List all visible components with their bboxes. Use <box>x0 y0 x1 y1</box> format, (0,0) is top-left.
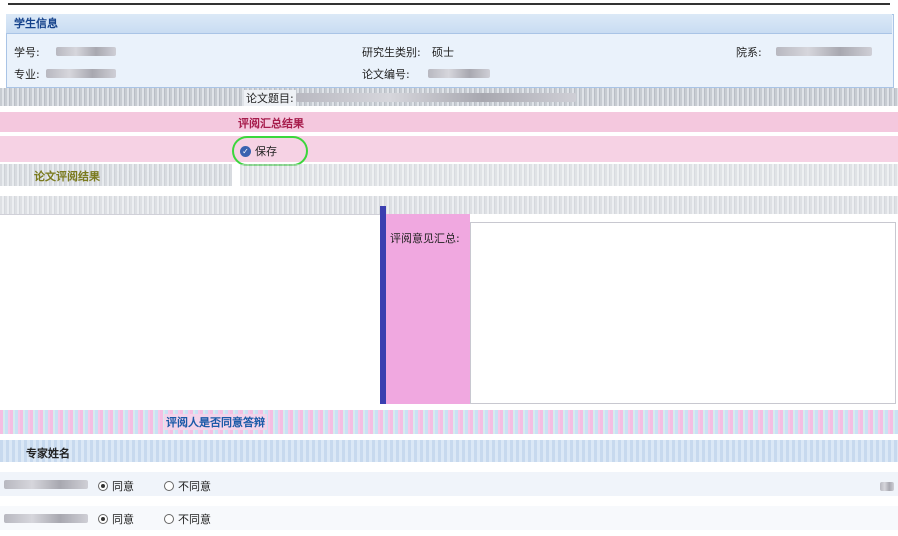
check-icon: ✓ <box>240 145 251 157</box>
student-id-value <box>56 47 116 56</box>
thesis-title-value <box>296 93 576 102</box>
save-button-label: 保存 <box>255 145 277 158</box>
disagree-label-2: 不同意 <box>178 513 211 526</box>
radio-agree-2[interactable] <box>98 514 108 524</box>
reviewer-header: 评阅人是否同意答辩 <box>164 414 267 430</box>
right-section-band <box>240 164 898 186</box>
disagree-option-2[interactable]: 不同意 <box>164 511 211 527</box>
top-border <box>0 0 898 6</box>
thesis-title-label: 论文题目: <box>244 90 296 106</box>
agree-option-2[interactable]: 同意 <box>98 511 134 527</box>
left-pane <box>0 214 380 405</box>
disagree-option-1[interactable]: 不同意 <box>164 478 211 494</box>
agree-label-2: 同意 <box>112 513 134 526</box>
col-expert-name: 专家姓名 <box>26 447 70 460</box>
expert-name-1 <box>4 480 88 489</box>
save-button[interactable]: ✓ 保存 <box>240 142 302 160</box>
expert-name-2 <box>4 514 88 523</box>
disagree-label-1: 不同意 <box>178 480 211 493</box>
department-value <box>776 47 872 56</box>
thesis-no-label: 论文编号: <box>362 68 410 81</box>
table-row <box>0 506 898 530</box>
thesis-no-value <box>428 69 490 78</box>
category-label: 研究生类别: <box>362 46 421 59</box>
summary-label: 评阅意见汇总: <box>390 232 460 245</box>
left-section-label: 论文评阅结果 <box>34 170 100 183</box>
table-row <box>0 472 898 496</box>
student-info-title: 学生信息 <box>6 14 892 34</box>
radio-agree-1[interactable] <box>98 481 108 491</box>
agree-option-1[interactable]: 同意 <box>98 478 134 494</box>
filter-row-band <box>0 196 898 214</box>
department-label: 院系: <box>736 46 762 59</box>
review-summary-band <box>0 112 898 132</box>
radio-disagree-2[interactable] <box>164 514 174 524</box>
major-label: 专业: <box>14 68 40 81</box>
reviewer-columns-band <box>0 440 898 462</box>
agree-label-1: 同意 <box>112 480 134 493</box>
major-value <box>46 69 116 78</box>
reviewer-header-band <box>0 410 898 434</box>
row-end-1 <box>880 482 894 491</box>
review-summary-title: 评阅汇总结果 <box>238 117 304 130</box>
save-toolbar <box>0 136 898 162</box>
student-id-label: 学号: <box>14 46 40 59</box>
summary-textarea[interactable] <box>470 222 896 404</box>
category-value: 硕士 <box>432 46 454 59</box>
radio-disagree-1[interactable] <box>164 481 174 491</box>
